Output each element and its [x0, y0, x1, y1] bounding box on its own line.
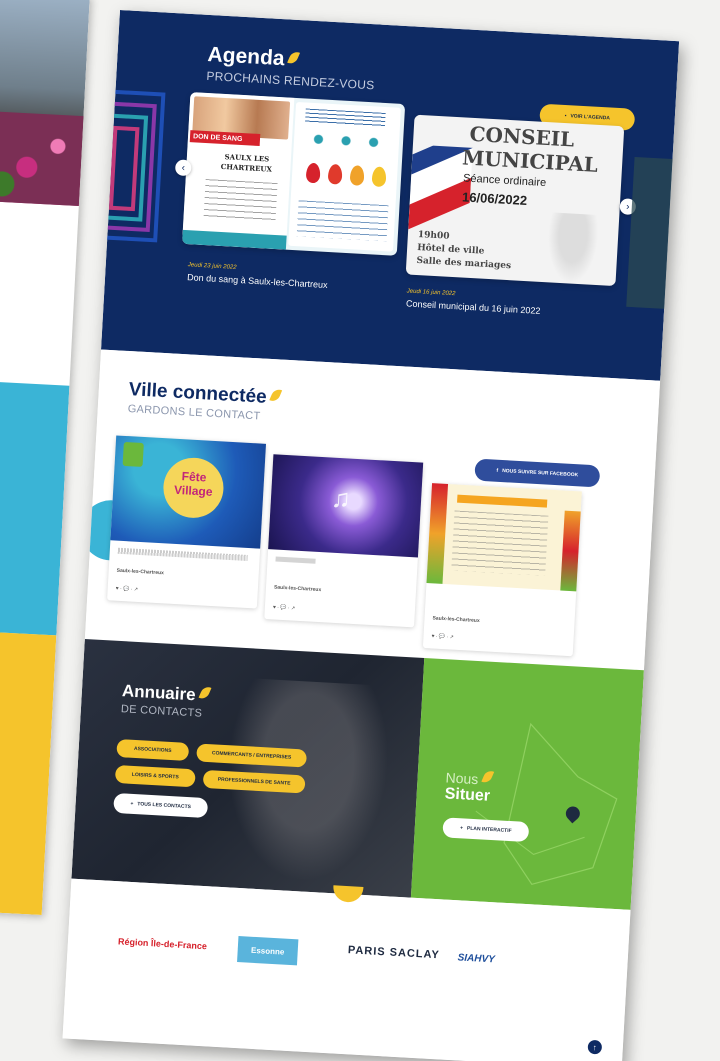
annuaire-subtitle: DE CONTACTS: [120, 703, 203, 720]
vegetable-border: [560, 510, 581, 592]
event-title[interactable]: Conseil municipal du 16 juin 2022: [406, 298, 541, 315]
calendar-icon: ▪: [564, 112, 567, 120]
post-image: ♫: [268, 454, 424, 558]
blood-drop-icon: [305, 162, 321, 184]
agenda-title: Agenda: [207, 43, 301, 72]
next-event-preview: [626, 156, 680, 310]
plus-icon: +: [459, 825, 464, 832]
annuaire-title: Annuaire: [121, 681, 212, 706]
photo-stage: Agenda PROCHAINS RENDEZ-VOUS ▪ VOIR L'AGE…: [0, 0, 720, 1061]
event-date: Jeudi 23 juin 2022: [187, 262, 237, 271]
all-contacts-button[interactable]: + TOUS LES CONTACTS: [113, 792, 209, 819]
post-image: Fête Village: [110, 435, 267, 549]
partners-section: Région Île-de-France Essonne PARIS SACLA…: [62, 878, 631, 1061]
logo-badge: [122, 441, 144, 467]
background-yellow-block: [0, 629, 57, 916]
poster-footer: [182, 229, 287, 250]
blood-drop-icon: [349, 165, 365, 186]
decorative-square: [108, 125, 140, 212]
blood-drop-icon: [371, 166, 387, 188]
poster-city: SAULX LES CHARTREUX: [220, 152, 273, 174]
poster-right: [288, 101, 401, 252]
partner-logo-siahvy[interactable]: SIAHVY: [457, 952, 495, 965]
facebook-post[interactable]: Fête Village Saulx-les-Chartreux ♥ · 💬 ·…: [107, 435, 267, 609]
background-flowers-photo: [0, 109, 84, 206]
post-source: Saulx-les-Chartreux: [432, 615, 480, 625]
post-image: [426, 483, 582, 592]
facebook-follow-button[interactable]: f NOUS SUIVRE SUR FACEBOOK: [474, 458, 601, 488]
leaf-icon: [287, 49, 301, 66]
poster-icons: [299, 128, 393, 154]
blood-drop-icon: [327, 163, 343, 185]
poster-heading: [305, 108, 386, 127]
post-source: Saulx-les-Chartreux: [273, 584, 322, 594]
agenda-section: Agenda PROCHAINS RENDEZ-VOUS ▪ VOIR L'AGE…: [77, 10, 680, 381]
vegetable-border: [426, 483, 449, 584]
nous-situer-section: Nous Situer + PLAN INTERACTIF: [410, 657, 644, 910]
post-source: Saulx-les-Chartreux: [116, 567, 165, 577]
post-stats: ♥ · 💬 · ↗: [431, 633, 454, 641]
poster-line: 16/06/2022: [461, 189, 528, 209]
leaf-icon: [198, 684, 212, 701]
poster-line: MUNICIPAL: [461, 145, 599, 177]
annuaire-section: Annuaire DE CONTACTS ASSOCIATIONS COMMER…: [71, 639, 425, 898]
poster-line: Séance ordinaire: [462, 172, 547, 190]
flyer-heading: [457, 494, 548, 508]
bust-statue: [545, 212, 600, 285]
poster-text: [296, 200, 389, 242]
flyer-text: [451, 510, 549, 576]
post-text: [117, 547, 248, 561]
event-card[interactable]: DON DE SANG SAULX LES CHARTREUX: [182, 92, 406, 256]
facebook-post[interactable]: ♫ Saulx-les-Chartreux ♥ · 💬 · ↗: [264, 454, 424, 628]
facebook-post[interactable]: Saulx-les-Chartreux ♥ · 💬 · ↗: [422, 483, 582, 657]
partner-logo-essonne[interactable]: Essonne: [237, 936, 299, 966]
partner-logo-region[interactable]: Région Île-de-France: [118, 936, 207, 951]
facebook-icon: f: [496, 467, 499, 474]
situer-title: Situer: [444, 785, 491, 805]
scroll-top-button[interactable]: ↑: [587, 1039, 603, 1055]
event-date: Jeudi 16 juin 2022: [406, 288, 456, 298]
background-cyan-block: [0, 379, 70, 636]
chip-loisirs-sports[interactable]: LOISIRS & SPORTS: [114, 764, 196, 788]
chip-associations[interactable]: ASSOCIATIONS: [116, 738, 190, 761]
poster-details: 19h00 Hôtel de ville Salle des mariages: [416, 229, 512, 272]
event-card[interactable]: CONSEIL MUNICIPAL Séance ordinaire 16/06…: [405, 114, 625, 287]
music-note-icon: ♫: [330, 482, 352, 514]
agenda-subtitle: PROCHAINS RENDEZ-VOUS: [206, 68, 375, 93]
decorative-half-circle: [332, 885, 364, 903]
post-stats: ♥ · 💬 · ↗: [115, 585, 139, 593]
poster-banner: DON DE SANG: [189, 130, 261, 147]
plus-icon: +: [130, 800, 134, 807]
event-title[interactable]: Don du sang à Saulx-les-Chartreux: [187, 272, 328, 290]
post-text: [275, 556, 316, 564]
fete-title: Fête Village: [173, 469, 213, 499]
ville-connectee-section: Ville connectée GARDONS LE CONTACT f NOUS…: [79, 349, 661, 671]
leaf-icon: [269, 387, 283, 404]
partner-logo-paris-saclay[interactable]: PARIS SACLAY: [348, 944, 441, 961]
website-page: Agenda PROCHAINS RENDEZ-VOUS ▪ VOIR L'AGE…: [62, 10, 680, 1061]
poster-left: DON DE SANG SAULX LES CHARTREUX: [182, 92, 295, 250]
poster-details: [203, 179, 278, 224]
post-stats: ♥ · 💬 · ↗: [272, 604, 296, 612]
